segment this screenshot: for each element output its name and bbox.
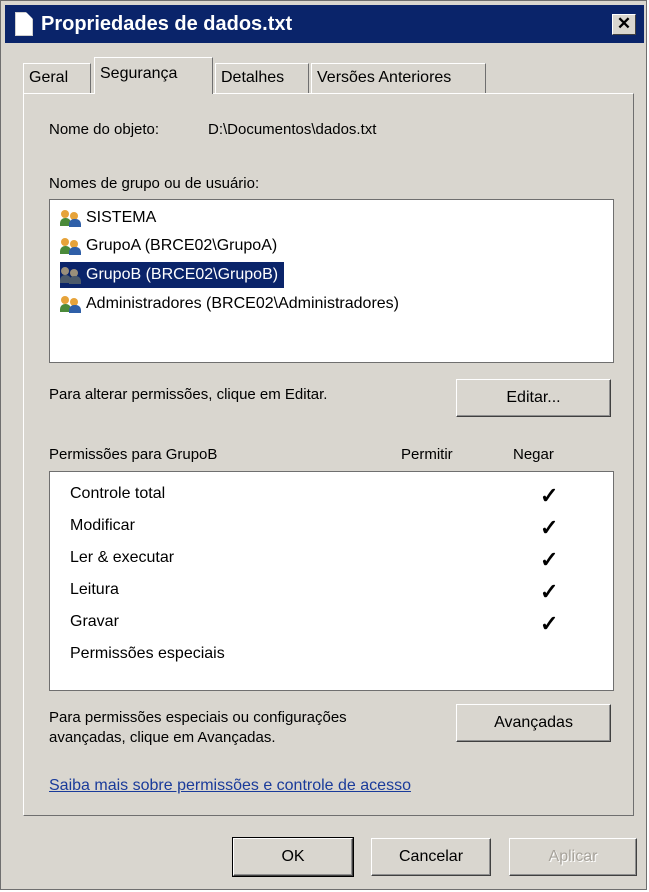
tab-detalhes[interactable]: Detalhes — [215, 63, 309, 93]
advanced-button[interactable]: Avançadas — [456, 704, 611, 742]
advanced-hint-line1: Para permissões especiais ou configuraçõ… — [49, 709, 347, 726]
permission-row: Controle total ✓ — [70, 478, 610, 510]
deny-check-icon: ✓ — [540, 611, 559, 636]
deny-column-header: Negar — [513, 446, 554, 463]
title-bar[interactable]: Propriedades de dados.txt ✕ — [5, 5, 644, 43]
deny-check-icon: ✓ — [540, 483, 559, 508]
permission-row: Modificar ✓ — [70, 510, 610, 542]
list-item[interactable]: Administradores (BRCE02\Administradores) — [60, 291, 405, 317]
tab-seguranca[interactable]: Segurança — [94, 57, 213, 94]
permission-name: Gravar — [70, 613, 119, 630]
list-item-label: Administradores (BRCE02\Administradores) — [86, 295, 399, 312]
list-item[interactable]: GrupoA (BRCE02\GrupoA) — [60, 233, 283, 259]
tab-geral[interactable]: Geral — [23, 63, 91, 93]
permission-row: Ler & executar ✓ — [70, 542, 610, 574]
permission-name: Permissões especiais — [70, 645, 225, 662]
group-user-list[interactable]: SISTEMA GrupoA (BRCE02\GrupoA) GrupoB (B… — [49, 199, 614, 363]
list-item-label: GrupoB (BRCE02\GrupoB) — [86, 266, 279, 283]
users-icon — [60, 209, 82, 227]
deny-check-icon: ✓ — [540, 547, 559, 572]
permission-name: Ler & executar — [70, 549, 175, 566]
group-names-label: Nomes de grupo ou de usuário: — [49, 175, 260, 192]
list-item[interactable]: SISTEMA — [60, 205, 162, 231]
permission-row: Permissões especiais — [70, 638, 610, 670]
list-item-label: GrupoA (BRCE02\GrupoA) — [86, 237, 278, 254]
permission-name: Controle total — [70, 485, 166, 502]
permission-row: Leitura ✓ — [70, 574, 610, 606]
permission-name: Modificar — [70, 517, 135, 534]
properties-dialog: Propriedades de dados.txt ✕ Geral Segura… — [0, 0, 647, 890]
permissions-header: Permissões para GrupoB — [49, 446, 218, 463]
deny-check-icon: ✓ — [540, 515, 559, 540]
permission-name: Leitura — [70, 581, 119, 598]
edit-button[interactable]: Editar... — [456, 379, 611, 417]
close-button[interactable]: ✕ — [612, 14, 636, 35]
cancel-button[interactable]: Cancelar — [371, 838, 491, 876]
users-icon — [60, 295, 82, 313]
list-item-label: SISTEMA — [86, 209, 157, 226]
apply-button[interactable]: Aplicar — [509, 838, 637, 876]
object-name-value: D:\Documentos\dados.txt — [208, 121, 377, 138]
list-item-selected[interactable]: GrupoB (BRCE02\GrupoB) — [60, 262, 285, 288]
users-icon — [60, 237, 82, 255]
users-icon — [60, 266, 82, 284]
text-file-icon — [15, 12, 33, 36]
allow-column-header: Permitir — [401, 446, 453, 463]
deny-check-icon: ✓ — [540, 579, 559, 604]
edit-hint: Para alterar permissões, clique em Edita… — [49, 386, 328, 403]
help-link[interactable]: Saiba mais sobre permissões e controle d… — [49, 777, 411, 795]
permissions-list: Controle total ✓ Modificar ✓ Ler & execu… — [49, 471, 614, 691]
object-name-label: Nome do objeto: — [49, 121, 160, 138]
tab-versoes-anteriores[interactable]: Versões Anteriores — [311, 63, 486, 93]
advanced-hint-line2: avançadas, clique em Avançadas. — [49, 729, 276, 746]
ok-button[interactable]: OK — [232, 837, 354, 877]
permission-row: Gravar ✓ — [70, 606, 610, 638]
window-title: Propriedades de dados.txt — [41, 13, 293, 35]
